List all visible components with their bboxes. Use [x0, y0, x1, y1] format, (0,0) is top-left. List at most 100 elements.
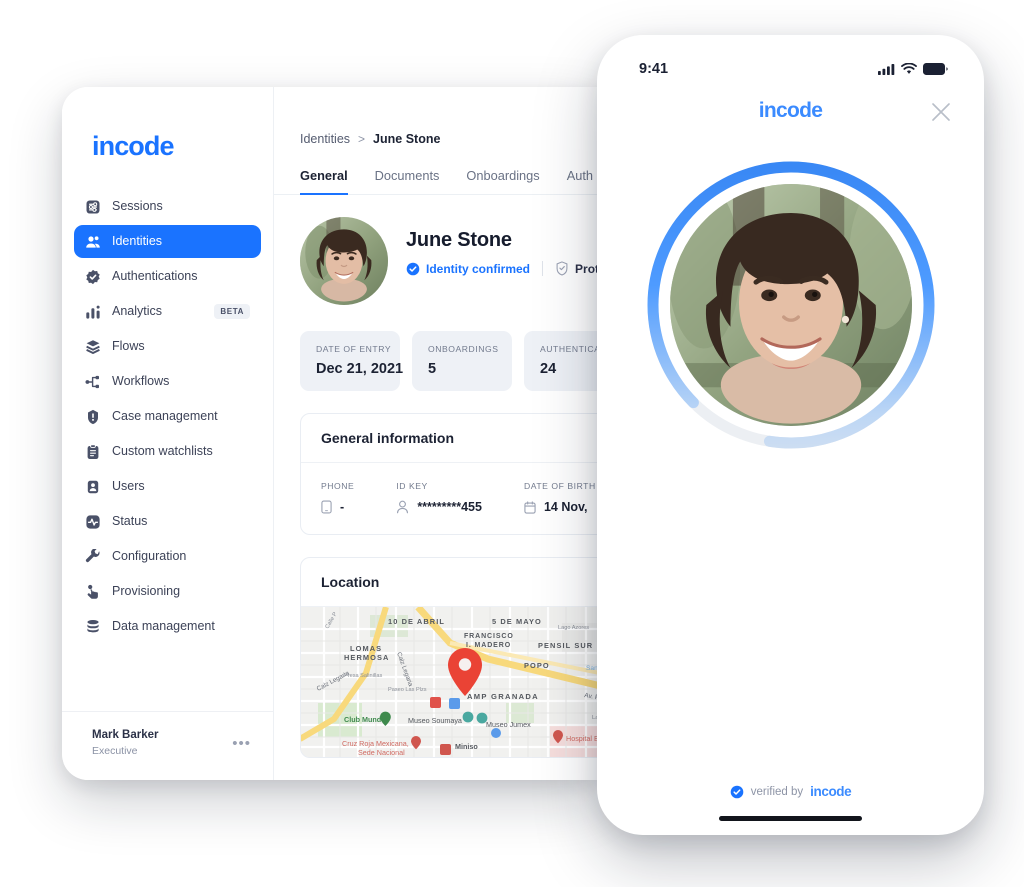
page-title: June Stone: [406, 229, 512, 251]
identities-icon: [85, 234, 101, 250]
field-value: -: [340, 500, 345, 514]
profile-header: June Stone Identity confirmed Pro: [274, 195, 597, 305]
stat-value: Dec 21, 2021: [316, 361, 404, 377]
sidebar-item-authentications[interactable]: Authentications: [74, 260, 261, 293]
svg-text:Sede Nacional: Sede Nacional: [358, 748, 405, 757]
field-value: *********455: [417, 500, 482, 514]
stat-card-date-of-entry: DATE OF ENTRY Dec 21, 2021: [300, 331, 404, 391]
shield-check-icon: [555, 261, 569, 276]
analytics-icon: [85, 304, 101, 320]
svg-text:I. MADERO: I. MADERO: [466, 642, 511, 649]
profile-meta: June Stone Identity confirmed Pro: [406, 217, 597, 276]
data-management-icon: [85, 619, 101, 635]
stat-value: 24: [540, 361, 557, 377]
breadcrumb-separator: >: [358, 132, 366, 146]
badge-divider: [542, 261, 544, 276]
status-bar-time: 9:41: [639, 61, 669, 77]
desktop-app-window: incode Sessions Identities Authenticatio…: [62, 87, 597, 780]
sidebar-item-case-management[interactable]: Case management: [74, 400, 261, 433]
sidebar-item-label: Sessions: [112, 199, 163, 214]
general-information-card: General information PHONE - ID KEY *****…: [300, 413, 597, 535]
custom-watchlists-icon: [85, 443, 101, 460]
sidebar-item-label: Workflows: [112, 374, 170, 389]
user-menu-icon[interactable]: •••: [232, 736, 251, 751]
field-date-of-birth: DATE OF BIRTH 14 Nov,: [524, 481, 596, 514]
sidebar-item-provisioning[interactable]: Provisioning: [74, 575, 261, 608]
configuration-icon: [85, 548, 101, 565]
sidebar-item-configuration[interactable]: Configuration: [74, 540, 261, 573]
stat-card-authentications: AUTHENTICATION 24: [524, 331, 597, 391]
sidebar-item-label: Authentications: [112, 269, 198, 284]
sidebar: incode Sessions Identities Authenticatio…: [62, 87, 274, 780]
incode-logo: incode: [758, 99, 823, 122]
tab-documents[interactable]: Documents: [375, 168, 440, 195]
sidebar-item-status[interactable]: Status: [74, 505, 261, 538]
user-role: Executive: [92, 744, 138, 757]
svg-text:LOMAS: LOMAS: [350, 644, 382, 653]
incode-logo[interactable]: incode: [62, 87, 273, 190]
profile-badges: Identity confirmed Prote: [406, 261, 597, 276]
field-value-row: *********455: [396, 500, 482, 514]
location-card: Location 10 DE ABRIL 5 DE MAYO FRANCISCO…: [300, 557, 597, 758]
provisioning-icon: [85, 584, 101, 600]
card-title: Location: [301, 558, 597, 607]
sidebar-item-label: Configuration: [112, 549, 187, 564]
battery-icon: [923, 63, 948, 75]
sidebar-item-label: Flows: [112, 339, 145, 354]
sidebar-item-label: Users: [112, 479, 145, 494]
svg-text:Presa Salinillas: Presa Salinillas: [344, 673, 382, 679]
breadcrumb-current: June Stone: [373, 132, 441, 146]
sidebar-item-label: Status: [112, 514, 148, 529]
tab-general[interactable]: General: [300, 168, 348, 195]
svg-text:Museo Soumaya: Museo Soumaya: [408, 716, 462, 725]
tab-authentications[interactable]: Auth: [567, 168, 593, 195]
incode-logo: incode: [810, 784, 852, 799]
sessions-icon: [85, 199, 101, 215]
calendar-icon: [524, 500, 536, 514]
svg-text:PENSIL SUR: PENSIL SUR: [538, 641, 593, 650]
sidebar-item-label: Case management: [112, 409, 218, 424]
stat-value: 5: [428, 361, 437, 377]
svg-text:5 DE MAYO: 5 DE MAYO: [492, 617, 542, 626]
sidebar-item-flows[interactable]: Flows: [74, 330, 261, 363]
home-indicator[interactable]: [719, 816, 862, 821]
sidebar-item-label: Identities: [112, 234, 163, 249]
svg-text:POPO: POPO: [524, 661, 550, 670]
tab-onboardings[interactable]: Onboardings: [466, 168, 539, 195]
status-badge-identity-confirmed: Identity confirmed: [406, 262, 530, 276]
person-icon: [396, 500, 409, 514]
avatar: [300, 217, 388, 305]
sidebar-item-custom-watchlists[interactable]: Custom watchlists: [74, 435, 261, 468]
status-badge-label: Identity confirmed: [426, 261, 531, 276]
location-map[interactable]: 10 DE ABRIL 5 DE MAYO FRANCISCO I. MADER…: [301, 607, 597, 757]
field-phone: PHONE -: [321, 481, 354, 514]
svg-text:Hospital Españ: Hospital Españ: [566, 734, 597, 743]
mobile-device-mockup: 9:41 incode verified by incode: [597, 35, 984, 835]
sidebar-item-analytics[interactable]: Analytics BETA: [74, 295, 261, 328]
field-label: ID KEY: [396, 481, 428, 491]
sidebar-item-sessions[interactable]: Sessions: [74, 190, 261, 223]
stat-label: AUTHENTICATION: [540, 344, 597, 354]
sidebar-user-footer[interactable]: Mark Barker Executive •••: [62, 711, 273, 780]
sidebar-item-users[interactable]: Users: [74, 470, 261, 503]
sidebar-item-data-management[interactable]: Data management: [74, 610, 261, 643]
status-badge-protected: Prote: [555, 261, 597, 276]
svg-text:AMP GRANADA: AMP GRANADA: [467, 692, 539, 701]
case-management-icon: [85, 409, 101, 425]
svg-text:Lago Azores: Lago Azores: [558, 625, 589, 631]
stat-label: ONBOARDINGS: [428, 344, 499, 354]
svg-text:Cruz Roja Mexicana,: Cruz Roja Mexicana,: [342, 739, 409, 748]
breadcrumb-root[interactable]: Identities: [300, 132, 350, 146]
sidebar-item-label: Analytics: [112, 304, 163, 319]
sidebar-item-identities[interactable]: Identities: [74, 225, 261, 258]
status-bar-indicators: [878, 63, 948, 75]
status-icon: [85, 514, 101, 530]
svg-text:10 DE ABRIL: 10 DE ABRIL: [388, 617, 445, 626]
sidebar-item-workflows[interactable]: Workflows: [74, 365, 261, 398]
svg-text:FRANCISCO: FRANCISCO: [464, 633, 514, 640]
sidebar-item-label: Provisioning: [112, 584, 181, 599]
close-icon[interactable]: [930, 101, 952, 123]
selfie-portrait: [669, 184, 912, 426]
svg-text:Paseo Las Plzs: Paseo Las Plzs: [388, 687, 427, 693]
phone-footer: verified by incode: [597, 784, 984, 835]
